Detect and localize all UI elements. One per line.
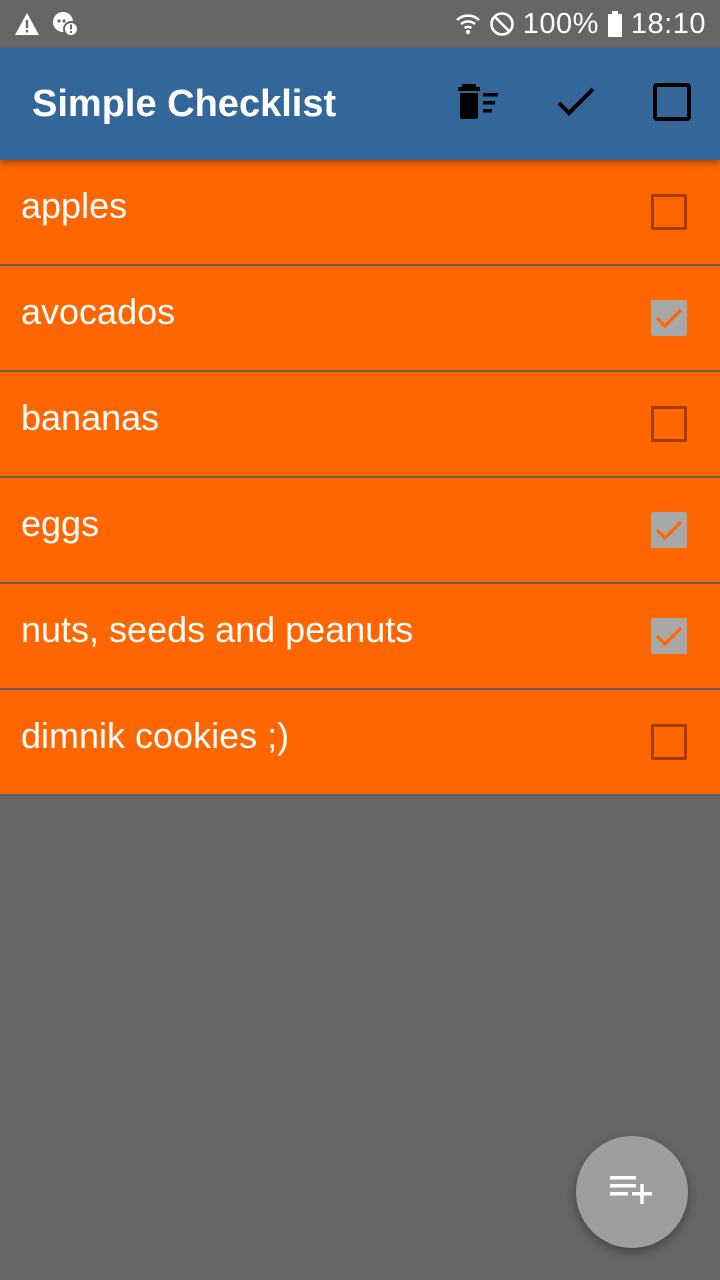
battery-icon: [607, 10, 623, 38]
item-checkbox[interactable]: [651, 300, 687, 336]
item-label: avocados: [21, 291, 176, 332]
check-all-icon: [556, 87, 596, 122]
status-bar: 100% 18:10: [0, 0, 720, 48]
uncheck-all-button[interactable]: [624, 48, 720, 160]
item-label: dimnik cookies ;): [21, 715, 290, 756]
item-checkbox[interactable]: [651, 406, 687, 442]
delete-checked-button[interactable]: [432, 48, 528, 160]
list-item[interactable]: nuts, seeds and peanuts: [0, 584, 720, 690]
notification-badge-icon: [52, 11, 80, 37]
check-all-button[interactable]: [528, 48, 624, 160]
clock: 18:10: [630, 7, 706, 40]
checklist: apples avocados bananas eggs nuts, seeds and…: [0, 160, 720, 796]
list-item[interactable]: dimnik cookies ;): [0, 690, 720, 796]
uncheck-all-icon: [653, 82, 691, 126]
list-item[interactable]: avocados: [0, 266, 720, 372]
list-item[interactable]: bananas: [0, 372, 720, 478]
add-item-button[interactable]: [576, 1136, 688, 1248]
check-icon: [655, 308, 683, 329]
do-not-disturb-icon: [489, 11, 515, 37]
item-label: eggs: [21, 503, 100, 544]
wifi-icon: [455, 11, 481, 37]
item-checkbox[interactable]: [651, 194, 687, 230]
check-icon: [655, 626, 683, 647]
app-title: Simple Checklist: [32, 82, 337, 125]
item-label: nuts, seeds and peanuts: [21, 609, 414, 650]
item-label: apples: [21, 185, 128, 226]
delete-checked-icon: [458, 83, 502, 125]
warning-icon: [14, 12, 40, 36]
item-label: bananas: [21, 397, 160, 438]
list-item[interactable]: eggs: [0, 478, 720, 584]
battery-percent: 100%: [522, 7, 599, 40]
item-checkbox[interactable]: [651, 618, 687, 654]
check-icon: [655, 520, 683, 541]
screen: 100% 18:10 Simple Checklist apples avoca…: [0, 0, 720, 1280]
app-bar: Simple Checklist: [0, 48, 720, 160]
playlist-add-icon: [608, 1172, 656, 1213]
item-checkbox[interactable]: [651, 512, 687, 548]
item-checkbox[interactable]: [651, 724, 687, 760]
list-item[interactable]: apples: [0, 160, 720, 266]
